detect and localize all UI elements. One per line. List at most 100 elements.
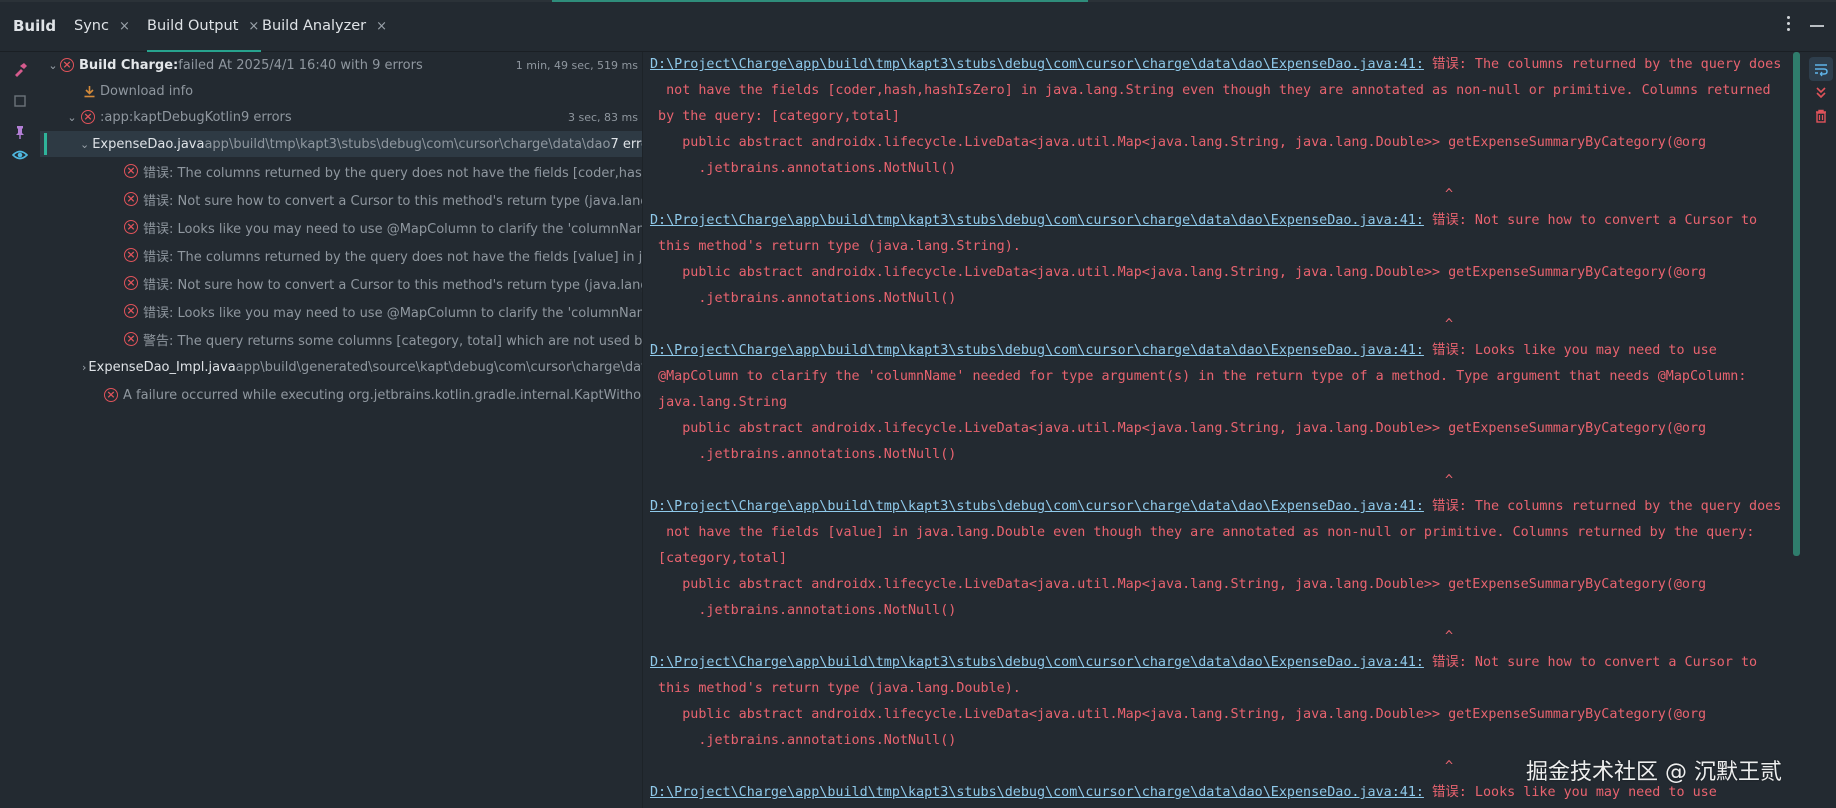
file-link[interactable]: D:\Project\Charge\app\build\tmp\kapt3\st… (650, 785, 1424, 800)
console-line: [category,total] (650, 551, 788, 566)
console-caret: ^ (1445, 629, 1454, 644)
chevron-down-icon[interactable]: ⌄ (65, 111, 79, 124)
console-line: D:\Project\Charge\app\build\tmp\kapt3\st… (650, 57, 1782, 72)
error-icon (124, 164, 138, 178)
pin-icon[interactable] (12, 124, 28, 140)
console-line: D:\Project\Charge\app\build\tmp\kapt3\st… (650, 499, 1782, 514)
error-icon (60, 58, 74, 72)
chevron-down-icon[interactable]: ⌄ (46, 59, 60, 72)
error-icon (124, 304, 138, 318)
editor-edge-right (1088, 0, 1836, 2)
scroll-to-end-icon[interactable] (1813, 85, 1829, 101)
console-line: .jetbrains.annotations.NotNull() (650, 603, 957, 618)
console-caret: ^ (1445, 317, 1454, 332)
file-link[interactable]: D:\Project\Charge\app\build\tmp\kapt3\st… (650, 343, 1424, 358)
tree-root-build[interactable]: ⌄ Build Charge: failed At 2025/4/1 16:40… (40, 52, 642, 78)
console-line: public abstract androidx.lifecycle.LiveD… (650, 421, 1707, 436)
console-caret: ^ (1445, 473, 1454, 488)
issue-text: 警告: The query returns some columns [cate… (143, 333, 642, 349)
right-toolstrip (1806, 52, 1836, 808)
watermark: 掘金技术社区 @ 沉默王贰 (1526, 760, 1782, 785)
console-scrollbar[interactable] (1793, 52, 1800, 556)
download-label: Download info (100, 83, 194, 99)
tree-item-file[interactable]: ⌄ ExpenseDao.java app\build\tmp\kapt3\st… (40, 131, 642, 157)
warning-icon (124, 332, 138, 346)
trash-icon[interactable] (1813, 108, 1829, 124)
console-line: @MapColumn to clarify the 'columnName' n… (650, 369, 1747, 384)
error-icon (124, 192, 138, 206)
error-icon (124, 276, 138, 290)
console-line: public abstract androidx.lifecycle.LiveD… (650, 265, 1707, 280)
console-scrollbar-thumb[interactable] (1793, 52, 1800, 556)
console-line: D:\Project\Charge\app\build\tmp\kapt3\st… (650, 213, 1758, 228)
console-line: public abstract androidx.lifecycle.LiveD… (650, 707, 1707, 722)
chevron-down-icon[interactable]: ⌄ (80, 138, 89, 151)
console-caret: ^ (1445, 187, 1454, 202)
console-line: .jetbrains.annotations.NotNull() (650, 447, 957, 462)
issue-text: 错误: Looks like you may need to use @MapC… (143, 221, 642, 237)
editor-scroll-indicator (552, 0, 1088, 2)
console-line: public abstract androidx.lifecycle.LiveD… (650, 577, 1707, 592)
issue-row[interactable]: 警告: The query returns some columns [cate… (40, 326, 642, 352)
task-duration: 3 sec, 83 ms (568, 110, 638, 124)
console-output: D:\Project\Charge\app\build\tmp\kapt3\st… (650, 52, 1798, 808)
file-link[interactable]: D:\Project\Charge\app\build\tmp\kapt3\st… (650, 655, 1424, 670)
issue-row[interactable]: 错误: Not sure how to convert a Cursor to … (40, 186, 642, 212)
issue-row[interactable]: 错误: Looks like you may need to use @MapC… (40, 214, 642, 240)
tab-build-output[interactable]: Build Output × (147, 0, 262, 52)
console-line: java.lang.String (650, 395, 788, 410)
file-link[interactable]: D:\Project\Charge\app\build\tmp\kapt3\st… (650, 213, 1424, 228)
chevron-right-icon[interactable]: › (82, 361, 86, 374)
build-status: failed At 2025/4/1 16:40 with 9 errors (178, 57, 423, 73)
issue-row[interactable]: 错误: The columns returned by the query do… (40, 242, 642, 268)
task-name: :app:kaptDebugKotlin (100, 109, 241, 125)
issue-row[interactable]: 错误: Looks like you may need to use @MapC… (40, 298, 642, 324)
left-toolstrip (0, 52, 40, 808)
hammer-icon[interactable] (12, 62, 28, 78)
tree-item-impl-file[interactable]: › ExpenseDao_Impl.java app\build\generat… (40, 354, 642, 380)
tab-sync[interactable]: Sync × (74, 0, 130, 52)
build-duration: 1 min, 49 sec, 519 ms (515, 58, 638, 72)
download-icon (82, 84, 96, 98)
issue-row[interactable]: 错误: Not sure how to convert a Cursor to … (40, 270, 642, 296)
impl-file-path: app\build\generated\source\kapt\debug\co… (235, 359, 642, 375)
close-icon[interactable]: × (248, 19, 259, 34)
tree-item-failure[interactable]: A failure occurred while executing org.j… (40, 382, 642, 408)
minimize-icon[interactable] (1810, 25, 1824, 27)
console-line: not have the fields [value] in java.lang… (650, 525, 1755, 540)
tree-item-download[interactable]: Download info (40, 78, 642, 104)
issue-row[interactable]: 错误: The columns returned by the query do… (40, 158, 642, 184)
impl-file-name: ExpenseDao_Impl.java (88, 359, 236, 375)
console-line: not have the fields [coder,hash,hashIsZe… (650, 83, 1771, 98)
console-line: .jetbrains.annotations.NotNull() (650, 161, 957, 176)
soft-wrap-icon[interactable] (1813, 61, 1829, 77)
close-icon[interactable]: × (376, 19, 387, 34)
issue-text: 错误: Not sure how to convert a Cursor to … (143, 193, 642, 209)
stop-icon[interactable] (12, 93, 28, 109)
toolwindow-header: Build Sync × Build Output × Build Analyz… (0, 0, 1836, 52)
tab-build-output-label: Build Output (147, 18, 239, 34)
tree-item-task[interactable]: ⌄ :app:kaptDebugKotlin 9 errors 3 sec, 8… (40, 104, 642, 130)
eye-icon[interactable] (12, 147, 28, 163)
file-path: app\build\tmp\kapt3\stubs\debug\com\curs… (204, 136, 611, 152)
more-options-icon[interactable] (1785, 16, 1791, 31)
tab-build-analyzer[interactable]: Build Analyzer × (262, 0, 387, 52)
error-icon (104, 388, 118, 402)
file-link[interactable]: D:\Project\Charge\app\build\tmp\kapt3\st… (650, 499, 1424, 514)
error-icon (124, 220, 138, 234)
selection-indicator (44, 133, 47, 155)
error-icon (81, 110, 95, 124)
tab-build-analyzer-label: Build Analyzer (262, 18, 367, 34)
tab-sync-label: Sync (74, 18, 109, 34)
console-line: .jetbrains.annotations.NotNull() (650, 733, 957, 748)
file-link[interactable]: D:\Project\Charge\app\build\tmp\kapt3\st… (650, 57, 1424, 72)
console-caret: ^ (1445, 759, 1454, 774)
close-icon[interactable]: × (119, 19, 130, 34)
console-line: .jetbrains.annotations.NotNull() (650, 291, 957, 306)
panel-splitter[interactable] (642, 52, 643, 808)
build-name: Build Charge: (79, 57, 179, 73)
toolwindow-title: Build (13, 17, 57, 35)
build-tree: ⌄ Build Charge: failed At 2025/4/1 16:40… (40, 52, 642, 808)
issue-text: 错误: Not sure how to convert a Cursor to … (143, 277, 642, 293)
issue-text: 错误: The columns returned by the query do… (143, 165, 642, 181)
